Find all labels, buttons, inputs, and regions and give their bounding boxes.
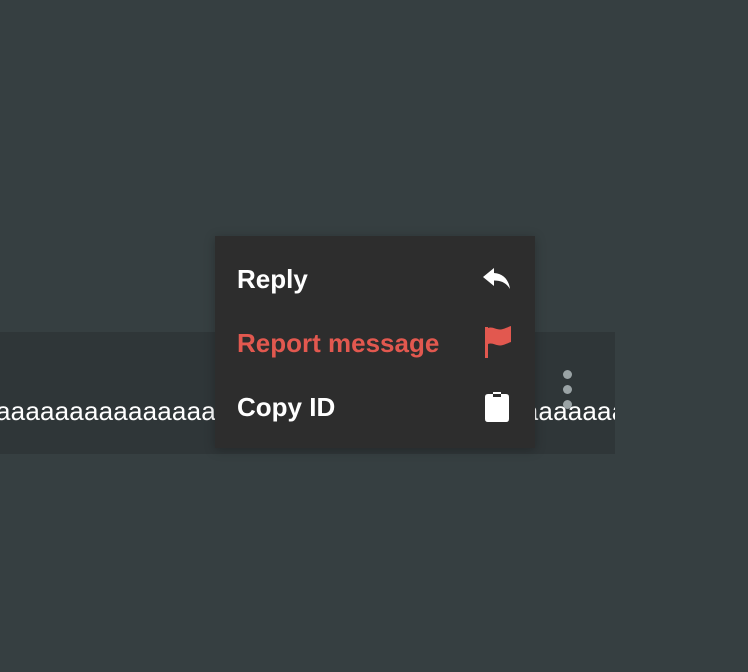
menu-item-reply[interactable]: Reply <box>215 246 535 310</box>
menu-item-copy-id[interactable]: Copy ID <box>215 374 535 438</box>
menu-item-label: Copy ID <box>237 392 336 422</box>
more-options-button[interactable] <box>552 366 582 412</box>
more-dot-icon <box>562 399 572 409</box>
clipboard-icon <box>485 392 509 422</box>
flag-icon <box>485 326 511 358</box>
menu-item-report-message[interactable]: Report message <box>215 310 535 374</box>
message-context-menu: Reply Report message Copy ID <box>215 236 535 448</box>
menu-item-label: Report message <box>237 328 440 358</box>
menu-item-label: Reply <box>237 264 308 294</box>
more-dot-icon <box>562 369 572 379</box>
reply-icon <box>483 268 510 289</box>
more-dot-icon <box>562 384 572 394</box>
